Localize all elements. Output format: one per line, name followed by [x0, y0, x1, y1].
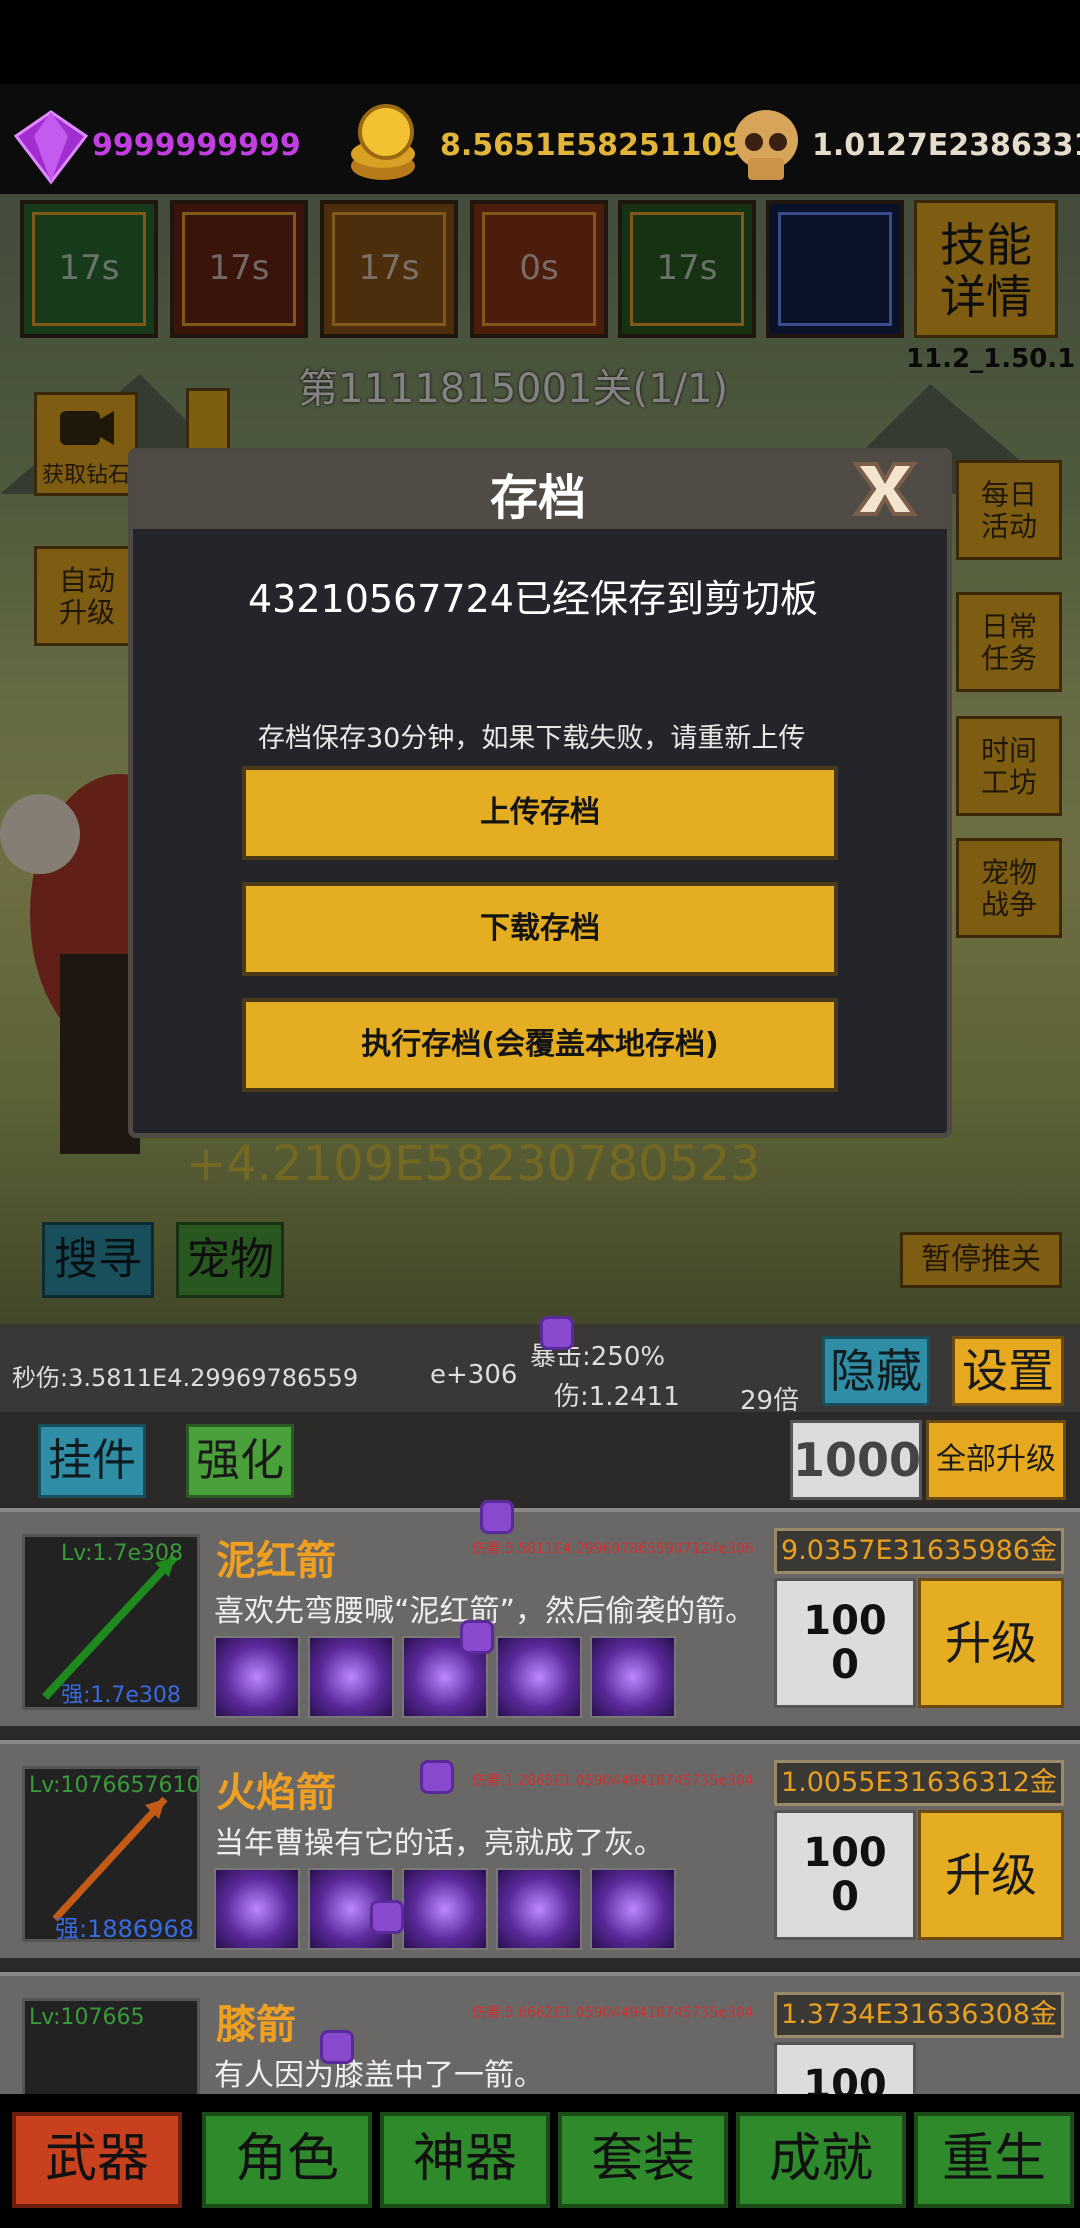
crit-damage-label: 伤:1.2411: [554, 1382, 680, 1412]
download-save-button[interactable]: 下载存档: [242, 882, 838, 976]
puzzle-piece-icon: [480, 1500, 514, 1534]
weapon-strength: 强:1886968: [55, 1915, 194, 1943]
skull-count: 1.0127E23863313: [812, 128, 1080, 163]
diamond-count: 9999999999: [92, 128, 301, 163]
rune-icon: [308, 1636, 394, 1718]
dps-tail: e+306: [430, 1360, 518, 1390]
weapon-image-fire-arrow: Lv:1076657610 强:1886968: [22, 1766, 201, 1943]
upload-save-button[interactable]: 上传存档: [242, 766, 838, 860]
rune-icon: [214, 1868, 300, 1950]
upgrade-button[interactable]: 升级: [918, 1578, 1064, 1708]
weapon-description: 当年曹操有它的话，亮就成了灰。: [214, 1826, 664, 1861]
tab-achievements[interactable]: 成就: [736, 2112, 906, 2208]
hide-button[interactable]: 隐藏: [822, 1336, 930, 1406]
puzzle-piece-icon: [370, 1900, 404, 1934]
weapon-card: Lv:1.7e308 强:1.7e308 泥红箭 伤害:3.5811E4.299…: [0, 1508, 1080, 1726]
upgrade-quantity[interactable]: 100: [774, 2042, 916, 2094]
weapon-name: 膝箭: [216, 2002, 296, 2048]
settings-button[interactable]: 设置: [952, 1336, 1064, 1406]
rune-icon: [590, 1636, 676, 1718]
gold-coin-icon: [340, 102, 426, 188]
puzzle-piece-icon: [320, 2030, 354, 2064]
weapon-level: Lv:1.7e308: [61, 1541, 183, 1566]
weapon-name: 火焰箭: [216, 1770, 336, 1816]
weapon-description: 有人因为膝盖中了一箭。: [214, 2058, 544, 2093]
rune-icon: [496, 1868, 582, 1950]
tab-artifacts[interactable]: 神器: [380, 2112, 550, 2208]
weapon-damage: 伤害:1.2865E1.0590449416745735e304: [472, 1773, 754, 1789]
puzzle-piece-icon: [540, 1316, 574, 1350]
dps-label: 秒伤:3.5811E4.29969786559: [12, 1364, 359, 1392]
upgrade-quantity[interactable]: 100 0: [774, 1810, 916, 1940]
weapon-level: Lv:107665: [29, 2005, 145, 2030]
pendant-tab[interactable]: 挂件: [38, 1424, 146, 1498]
tab-rebirth[interactable]: 重生: [914, 2112, 1074, 2208]
weapon-strength: 强:1.7e308: [61, 1683, 181, 1708]
skull-icon: [726, 106, 806, 186]
weapon-damage: 伤害:3.6662E1.0590449416745735e304: [472, 2005, 754, 2021]
puzzle-piece-icon: [420, 1760, 454, 1794]
rune-icon: [402, 1868, 488, 1950]
upgrade-price: 1.0055E31636312金: [774, 1760, 1064, 1806]
rune-icon: [590, 1868, 676, 1950]
weapon-image-arrow: Lv:1.7e308 强:1.7e308: [22, 1534, 200, 1710]
tab-weapons[interactable]: 武器: [12, 2112, 182, 2208]
save-dialog-note: 存档保存30分钟，如果下载失败，请重新上传: [258, 723, 806, 754]
weapon-image-knee-arrow: Lv:107665: [22, 1998, 200, 2094]
save-dialog-title: 存档: [490, 470, 587, 526]
upgrade-amount-box[interactable]: 1000: [790, 1420, 922, 1500]
gold-count: 8.5651E58251109: [440, 128, 744, 163]
puzzle-piece-icon: [460, 1620, 494, 1654]
rune-icon: [496, 1636, 582, 1718]
upgrade-button[interactable]: 升级: [918, 1810, 1064, 1940]
rune-icon: [214, 1636, 300, 1718]
close-icon[interactable]: [846, 450, 924, 528]
tab-sets[interactable]: 套装: [558, 2112, 728, 2208]
apply-save-button[interactable]: 执行存档(会覆盖本地存档): [242, 998, 838, 1092]
upgrade-price: 1.3734E31636308金: [774, 1992, 1064, 2038]
diamond-icon: [12, 108, 90, 186]
upgrade-quantity[interactable]: 100 0: [774, 1578, 916, 1708]
weapon-level: Lv:1076657610: [29, 1773, 201, 1798]
weapon-card: Lv:1076657610 强:1886968 火焰箭 伤害:1.2865E1.…: [0, 1740, 1080, 1958]
enhance-tab[interactable]: 强化: [186, 1424, 294, 1498]
status-bar: [0, 0, 1080, 84]
upgrade-all-button[interactable]: 全部升级: [926, 1420, 1066, 1500]
upgrade-price: 9.0357E31635986金: [774, 1528, 1064, 1574]
weapon-damage: 伤害:3.5811E4.2996978655907124e306: [472, 1541, 754, 1557]
tab-character[interactable]: 角色: [202, 2112, 372, 2208]
weapon-card: Lv:107665 膝箭 伤害:3.6662E1.059044941674573…: [0, 1972, 1080, 2094]
weapon-name: 泥红箭: [216, 1538, 336, 1584]
save-dialog-message: 43210567724已经保存到剪切板: [248, 577, 818, 621]
